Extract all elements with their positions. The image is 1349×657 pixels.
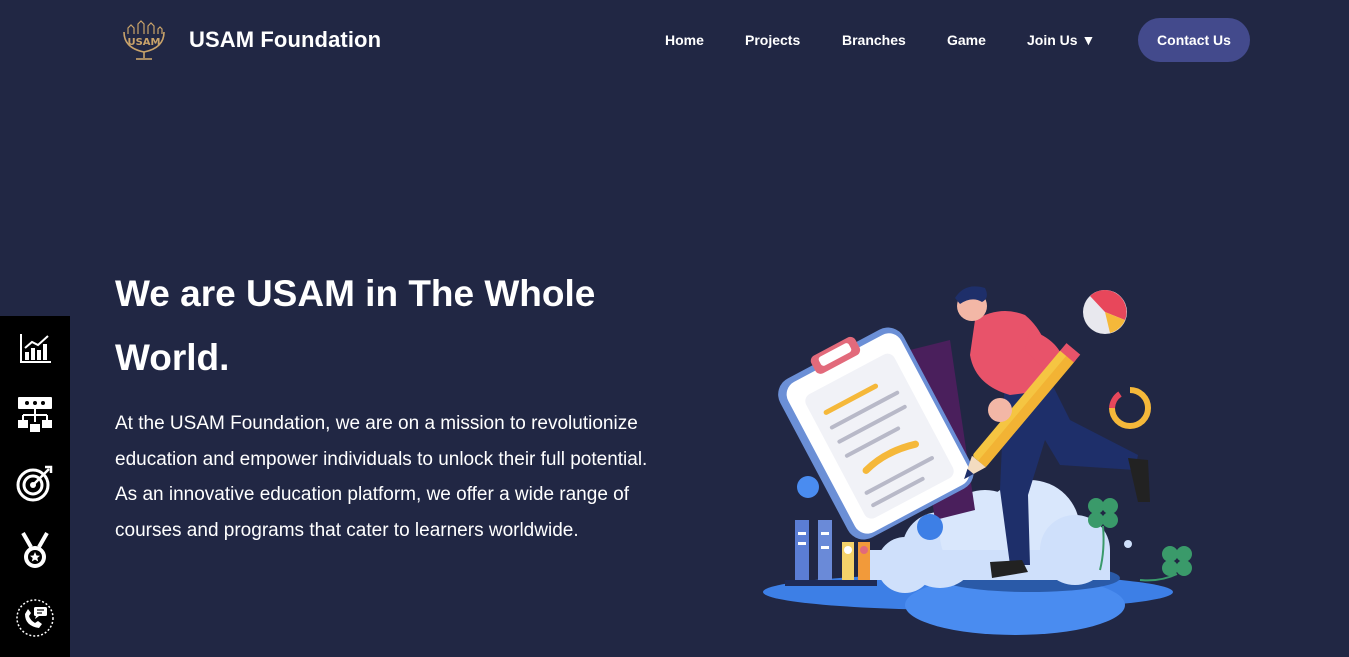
nav-game[interactable]: Game	[947, 32, 986, 48]
brand-name[interactable]: USAM Foundation	[189, 27, 381, 53]
usam-logo-icon[interactable]: USAM	[118, 18, 170, 62]
nav-join-us-dropdown[interactable]: Join Us ▼	[1027, 32, 1095, 48]
hero-description: At the USAM Foundation, we are on a miss…	[115, 413, 648, 541]
svg-text:USAM: USAM	[127, 37, 160, 48]
bar-chart-icon[interactable]	[15, 328, 55, 368]
target-icon[interactable]	[15, 463, 55, 503]
medal-icon[interactable]	[15, 530, 55, 570]
page: USAM USAM Foundation Home Projects Branc…	[0, 0, 1349, 657]
hero-title: We are USAM in The Whole World.	[115, 273, 596, 378]
nav-home[interactable]: Home	[665, 32, 704, 48]
phone-chat-icon[interactable]	[15, 598, 55, 638]
nav-branches[interactable]: Branches	[842, 32, 906, 48]
header: USAM USAM Foundation Home Projects Branc…	[0, 0, 1349, 80]
nav-projects[interactable]: Projects	[745, 32, 800, 48]
side-icon-bar	[0, 316, 70, 657]
contact-us-button[interactable]: Contact Us	[1138, 18, 1250, 62]
hero-illustration	[763, 286, 1192, 635]
org-chart-icon[interactable]	[15, 394, 55, 434]
